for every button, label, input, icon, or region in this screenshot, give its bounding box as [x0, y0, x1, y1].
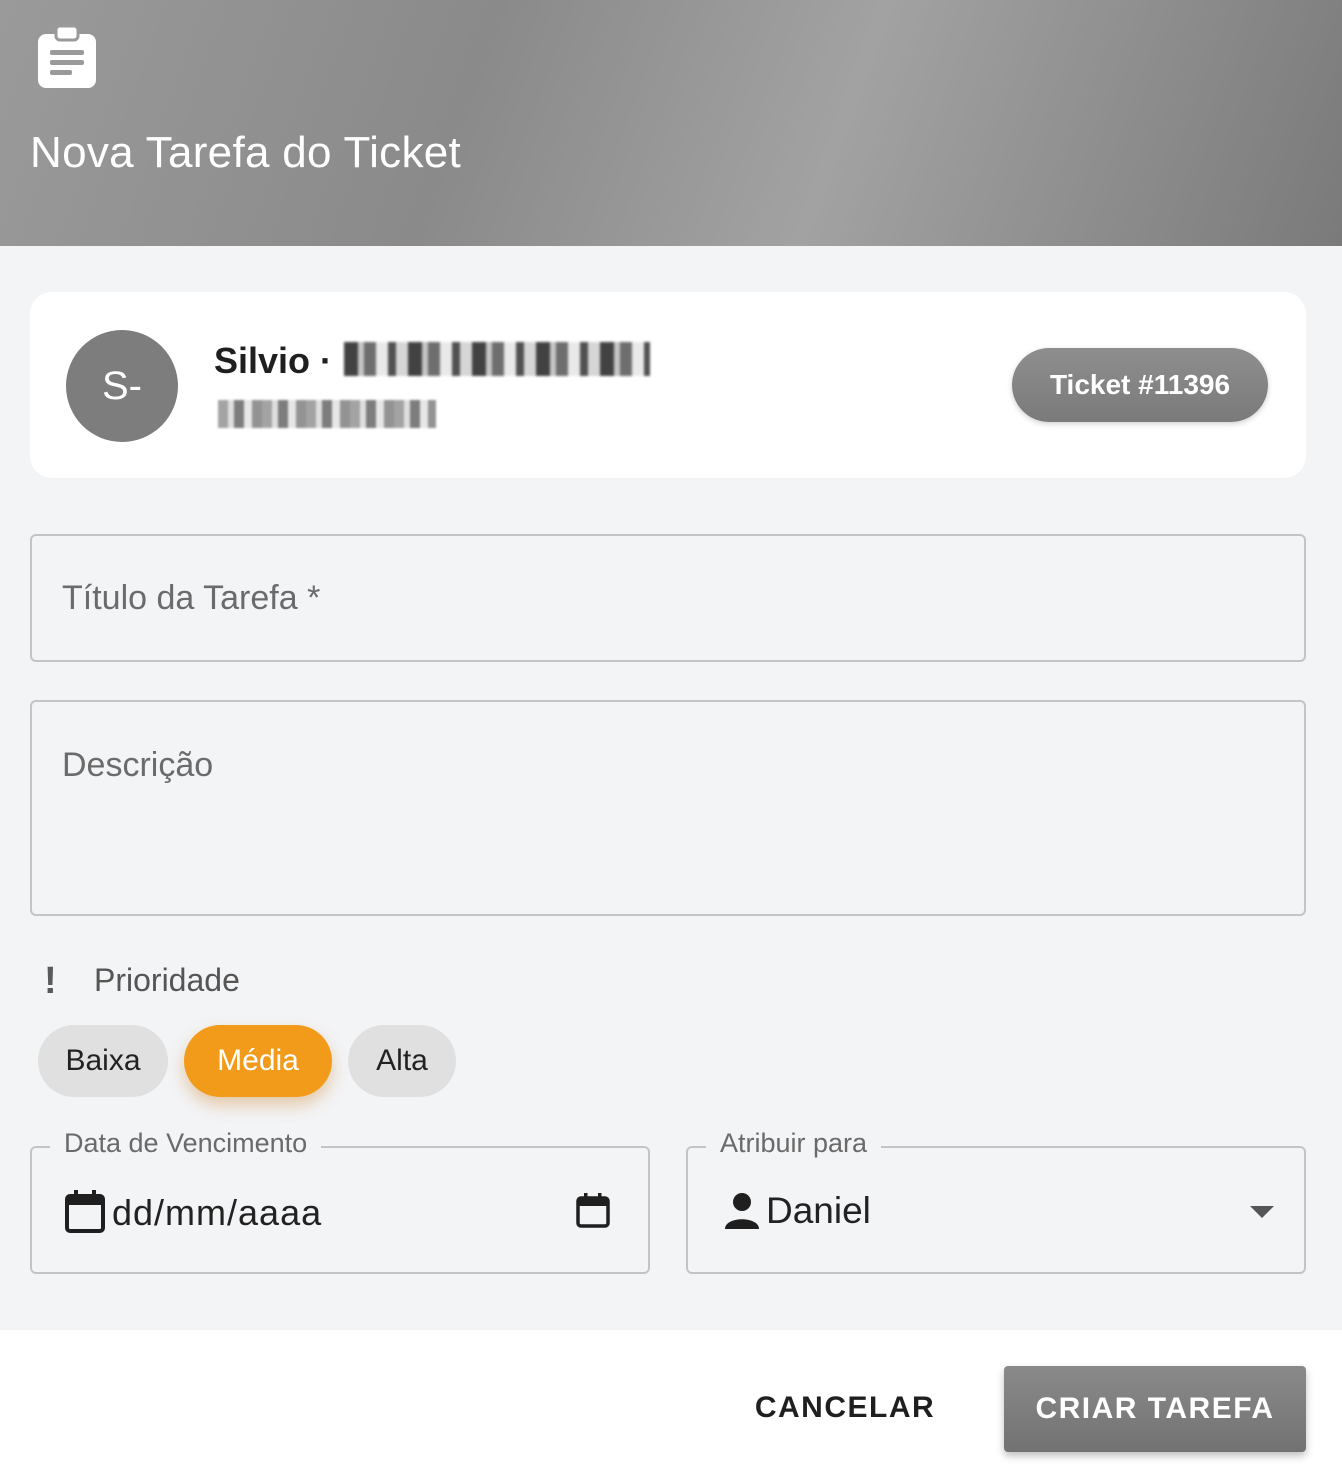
cancel-button[interactable]: CANCELAR: [742, 1378, 948, 1438]
avatar: S-: [66, 330, 178, 442]
priority-chip-baixa[interactable]: Baixa: [38, 1025, 168, 1097]
clipboard-icon: [38, 24, 96, 88]
contact-card: S- Silvio · Ticket #11396: [30, 292, 1306, 478]
ticket-badge: Ticket #11396: [1012, 348, 1268, 422]
calendar-picker-icon[interactable]: [576, 1192, 610, 1228]
priority-chip-alta[interactable]: Alta: [348, 1025, 456, 1097]
task-description-field[interactable]: [30, 700, 1306, 916]
assign-to-value: Daniel: [766, 1190, 871, 1231]
dialog-title: Nova Tarefa do Ticket: [30, 128, 462, 177]
task-description-input[interactable]: [32, 702, 1304, 914]
dialog-header: Nova Tarefa do Ticket: [0, 0, 1342, 246]
due-date-input[interactable]: dd/mm/aaaa: [112, 1192, 322, 1234]
new-task-dialog: Nova Tarefa do Ticket S- Silvio · Ticket…: [0, 0, 1342, 1472]
task-title-field[interactable]: [30, 534, 1306, 662]
priority-label: Prioridade: [94, 962, 240, 998]
chevron-down-icon[interactable]: [1250, 1206, 1274, 1218]
create-task-button[interactable]: CRIAR TAREFA: [1004, 1366, 1306, 1452]
due-date-field[interactable]: Data de Vencimento dd/mm/aaaa: [30, 1128, 650, 1274]
redacted-contact-phone: [218, 400, 436, 428]
exclamation-icon: !: [44, 960, 57, 1002]
task-title-input[interactable]: [32, 536, 1304, 660]
assign-to-select[interactable]: Atribuir para Daniel: [686, 1128, 1306, 1274]
priority-chip-media[interactable]: Média: [184, 1025, 332, 1097]
redacted-contact-name: [344, 342, 650, 376]
calendar-icon: [65, 1190, 105, 1233]
contact-name: Silvio ·: [214, 340, 333, 381]
dialog-footer: CANCELAR CRIAR TAREFA: [0, 1330, 1342, 1472]
assign-to-label: Atribuir para: [706, 1128, 882, 1159]
person-icon: [725, 1193, 759, 1229]
due-date-label: Data de Vencimento: [50, 1128, 322, 1159]
